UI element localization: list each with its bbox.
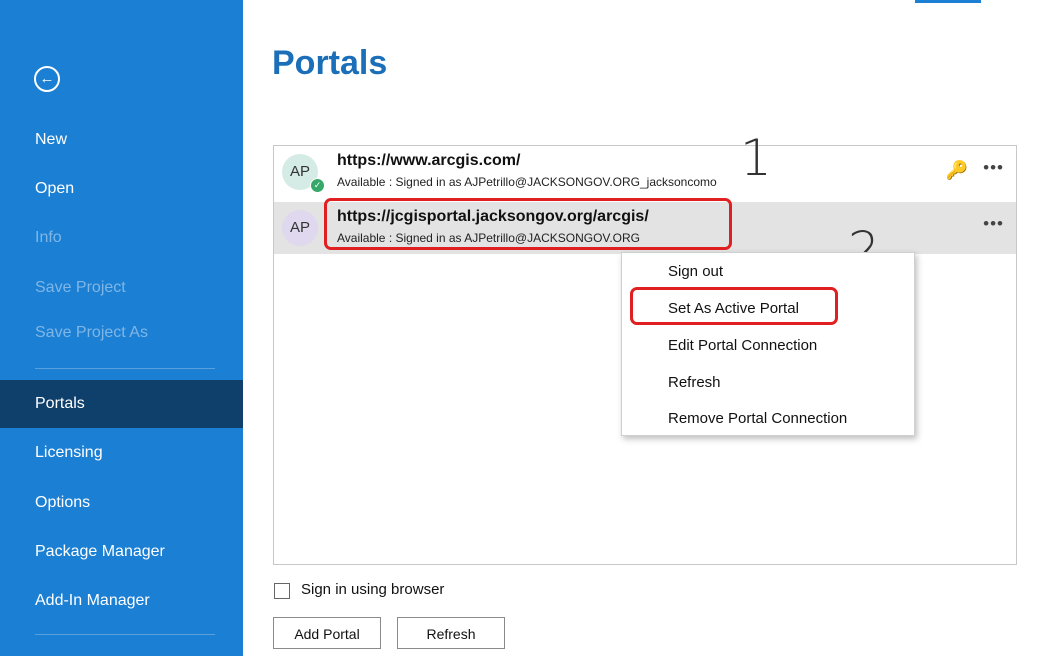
sidebar-divider xyxy=(35,368,215,369)
menu-item-edit-portal-connection[interactable]: Edit Portal Connection xyxy=(668,337,817,354)
sign-in-browser-checkbox[interactable] xyxy=(274,583,290,599)
menu-item-remove-portal-connection[interactable]: Remove Portal Connection xyxy=(668,410,847,427)
active-check-icon: ✓ xyxy=(310,178,325,193)
page-title: Portals xyxy=(272,44,388,82)
portal-row[interactable]: AP ✓ https://www.arcgis.com/ Available :… xyxy=(274,146,1016,198)
portal-url: https://www.arcgis.com/ xyxy=(337,152,521,169)
more-options-icon[interactable]: ••• xyxy=(983,214,1004,234)
sidebar-item-add-in-manager[interactable]: Add-In Manager xyxy=(0,577,243,625)
sidebar: ← New Open Info Save Project Save Projec… xyxy=(0,0,243,656)
refresh-button[interactable]: Refresh xyxy=(397,617,505,649)
annotation-highlight-portal xyxy=(324,198,732,250)
sidebar-item-info: Info xyxy=(35,229,62,246)
sidebar-item-save-project-as: Save Project As xyxy=(35,324,148,341)
sidebar-item-save-project: Save Project xyxy=(35,279,126,296)
sidebar-item-new[interactable]: New xyxy=(0,116,243,164)
annotation-number-1: 1 xyxy=(740,129,772,187)
sign-in-browser-label: Sign in using browser xyxy=(301,581,445,598)
menu-item-refresh[interactable]: Refresh xyxy=(668,374,721,391)
sidebar-divider xyxy=(35,634,215,635)
sidebar-item-open[interactable]: Open xyxy=(0,165,243,213)
context-menu: Sign out Set As Active Portal Edit Porta… xyxy=(621,252,915,436)
annotation-highlight-menu-item xyxy=(630,287,838,325)
sidebar-item-licensing[interactable]: Licensing xyxy=(0,429,243,477)
back-arrow-icon[interactable]: ← xyxy=(34,66,60,92)
more-options-icon[interactable]: ••• xyxy=(983,158,1004,178)
sidebar-item-options[interactable]: Options xyxy=(0,479,243,527)
avatar: AP xyxy=(282,210,318,246)
sidebar-item-package-manager[interactable]: Package Manager xyxy=(0,528,243,576)
key-icon: 🔑 xyxy=(945,160,968,180)
sidebar-item-portals[interactable]: Portals xyxy=(0,380,243,428)
menu-item-sign-out[interactable]: Sign out xyxy=(668,263,723,280)
add-portal-button[interactable]: Add Portal xyxy=(273,617,381,649)
top-accent-line xyxy=(915,0,981,3)
portal-status: Available : Signed in as AJPetrillo@JACK… xyxy=(337,175,717,189)
